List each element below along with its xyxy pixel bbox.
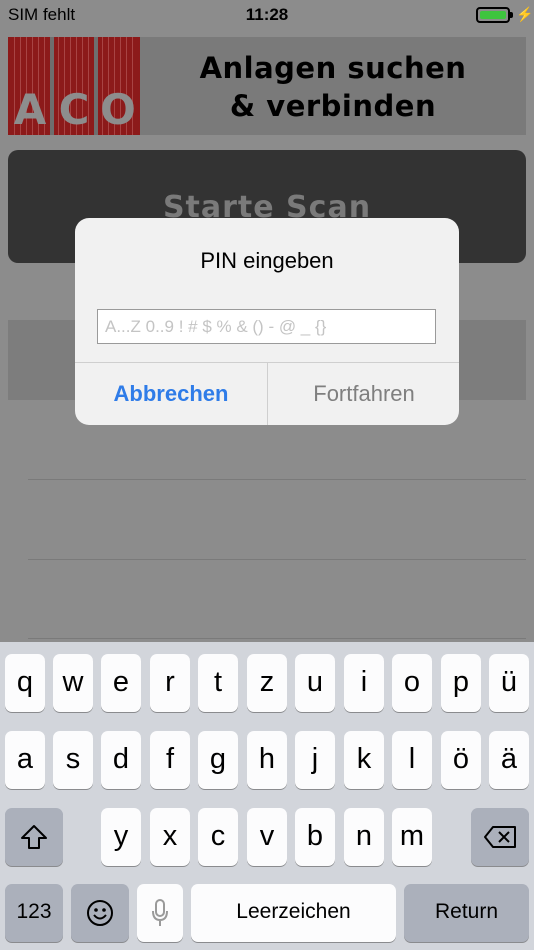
key-z[interactable]: z xyxy=(247,654,287,712)
return-key[interactable]: Return xyxy=(404,884,529,942)
emoji-key[interactable] xyxy=(71,884,129,942)
battery-icon xyxy=(476,7,510,23)
key-i[interactable]: i xyxy=(344,654,384,712)
key-m[interactable]: m xyxy=(392,808,432,866)
space-key[interactable]: Leerzeichen xyxy=(191,884,396,942)
pin-alert-dialog: PIN eingeben Abbrechen Fortfahren xyxy=(75,218,459,425)
logo-letter: C xyxy=(58,85,90,134)
status-bar: SIM fehlt 11:28 ⚡ xyxy=(0,0,534,30)
key-u[interactable]: u xyxy=(295,654,335,712)
pin-input[interactable] xyxy=(97,309,436,344)
cancel-button[interactable]: Abbrechen xyxy=(75,363,267,425)
key-a[interactable]: a xyxy=(5,731,45,789)
key-c[interactable]: c xyxy=(198,808,238,866)
clock: 11:28 xyxy=(245,5,289,24)
microphone-icon xyxy=(152,899,168,927)
key-g[interactable]: g xyxy=(198,731,238,789)
delete-key[interactable] xyxy=(471,808,529,866)
key-d[interactable]: d xyxy=(101,731,141,789)
numbers-key[interactable]: 123 xyxy=(5,884,63,942)
shift-icon xyxy=(21,825,47,850)
page-title: Anlagen suchen & verbinden xyxy=(140,49,526,125)
list-divider xyxy=(28,559,526,560)
key-k[interactable]: k xyxy=(344,731,384,789)
shift-key[interactable] xyxy=(5,808,63,866)
continue-button[interactable]: Fortfahren xyxy=(268,363,459,425)
key-b[interactable]: b xyxy=(295,808,335,866)
key-x[interactable]: x xyxy=(150,808,190,866)
logo-letter: O xyxy=(100,85,136,134)
key-oe[interactable]: ö xyxy=(441,731,481,789)
key-f[interactable]: f xyxy=(150,731,190,789)
charging-icon: ⚡ xyxy=(516,6,534,22)
key-e[interactable]: e xyxy=(101,654,141,712)
key-w[interactable]: w xyxy=(53,654,93,712)
key-o[interactable]: o xyxy=(392,654,432,712)
key-t[interactable]: t xyxy=(198,654,238,712)
key-ue[interactable]: ü xyxy=(489,654,529,712)
key-v[interactable]: v xyxy=(247,808,287,866)
key-h[interactable]: h xyxy=(247,731,287,789)
list-divider xyxy=(28,479,526,480)
alert-title: PIN eingeben xyxy=(200,248,334,273)
key-y[interactable]: y xyxy=(101,808,141,866)
key-r[interactable]: r xyxy=(150,654,190,712)
title-line-1: Anlagen suchen xyxy=(199,51,467,85)
key-q[interactable]: q xyxy=(5,654,45,712)
delete-icon xyxy=(484,826,516,849)
list-divider xyxy=(28,638,526,639)
logo-letter: A xyxy=(13,85,47,134)
key-s[interactable]: s xyxy=(53,731,93,789)
key-ae[interactable]: ä xyxy=(489,731,529,789)
key-p[interactable]: p xyxy=(441,654,481,712)
key-n[interactable]: n xyxy=(344,808,384,866)
title-line-2: & verbinden xyxy=(229,89,437,123)
aco-logo: A C O xyxy=(8,37,140,135)
microphone-key[interactable] xyxy=(137,884,183,942)
keyboard: q w e r t z u i o p ü a s d f g h j k l … xyxy=(0,642,534,950)
app-header: A C O Anlagen suchen & verbinden xyxy=(8,37,526,135)
key-l[interactable]: l xyxy=(392,731,432,789)
key-j[interactable]: j xyxy=(295,731,335,789)
emoji-icon xyxy=(87,900,113,927)
